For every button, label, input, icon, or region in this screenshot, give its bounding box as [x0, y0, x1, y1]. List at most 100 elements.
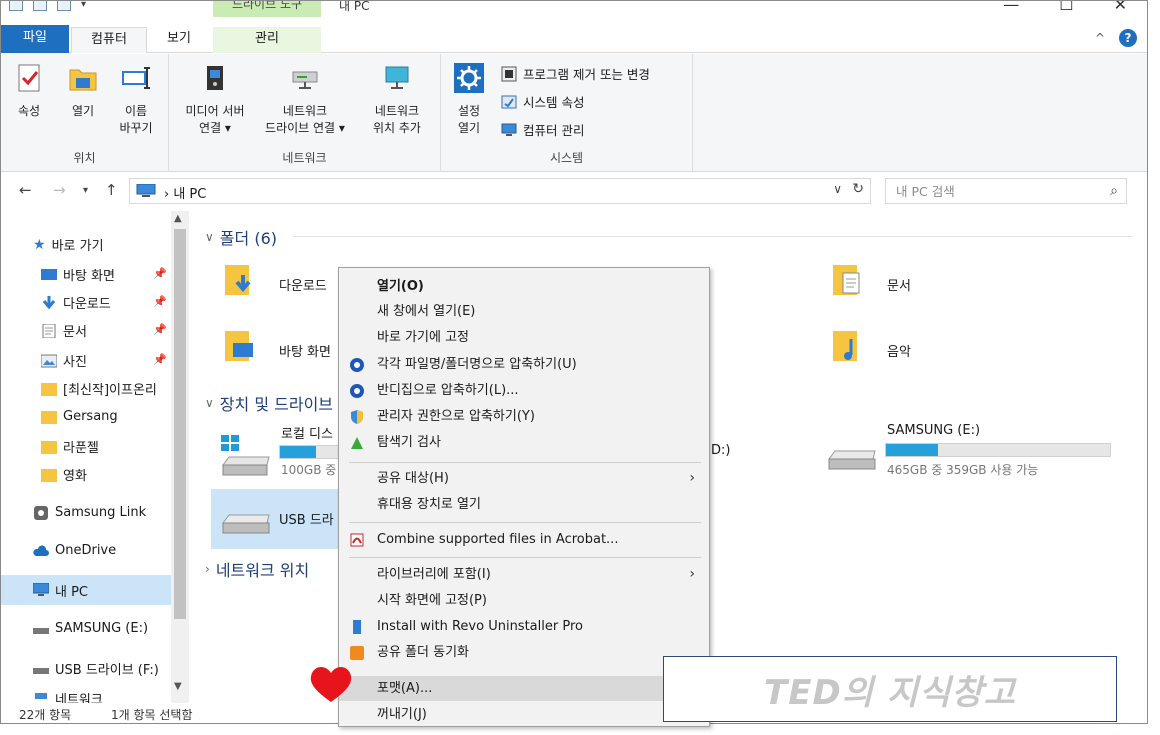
- music-folder-icon[interactable]: [833, 329, 863, 363]
- chevron-right-icon[interactable]: ›: [205, 562, 210, 576]
- nav-samsung-link[interactable]: Samsung Link: [33, 505, 146, 520]
- nav-samsung-e[interactable]: SAMSUNG (E:): [33, 621, 148, 636]
- drive-local-label[interactable]: 로컬 디스: [281, 423, 333, 442]
- tab-view[interactable]: 보기: [151, 27, 207, 53]
- navigation-scrollbar[interactable]: ▲ ▼: [171, 211, 189, 703]
- tab-manage[interactable]: 관리: [213, 27, 321, 53]
- pin-icon[interactable]: 📌: [153, 267, 167, 280]
- search-input[interactable]: [896, 180, 1096, 202]
- refresh-icon[interactable]: ↻: [852, 181, 864, 197]
- pin-icon[interactable]: 📌: [153, 295, 167, 308]
- rename-button[interactable]: 이름 바꾸기: [111, 62, 161, 137]
- search-box[interactable]: ⌕: [885, 178, 1127, 204]
- chevron-down-icon[interactable]: ∨: [205, 396, 214, 410]
- nav-downloads[interactable]: 다운로드: [41, 293, 111, 312]
- menu-compress-admin[interactable]: 관리자 권한으로 압축하기(Y): [339, 404, 709, 429]
- nav-desktop[interactable]: 바탕 화면: [41, 265, 115, 284]
- forward-arrow-icon[interactable]: →: [53, 181, 66, 199]
- scroll-up-icon[interactable]: ▲: [174, 213, 182, 224]
- drive-dvd-label[interactable]: D:): [711, 443, 730, 458]
- downloads-folder-icon[interactable]: [225, 263, 255, 297]
- menu-compress-bandizip[interactable]: 반디집으로 압축하기(L)...: [339, 378, 709, 403]
- recent-locations-chevron-icon[interactable]: ▾: [83, 185, 88, 196]
- computer-management-button[interactable]: 컴퓨터 관리: [501, 120, 584, 139]
- address-bar[interactable]: › 내 PC ∨ ↻: [129, 178, 871, 204]
- menu-eject[interactable]: 꺼내기(J): [339, 702, 709, 727]
- menu-revo[interactable]: Install with Revo Uninstaller Pro: [339, 614, 709, 639]
- properties-button[interactable]: 속성: [7, 62, 51, 120]
- properties-check-icon[interactable]: [33, 1, 47, 11]
- menu-open-new-window[interactable]: 새 창에서 열기(E): [339, 299, 709, 324]
- menu-open[interactable]: 열기(O): [339, 274, 709, 299]
- menu-explorer-scan[interactable]: 탐색기 검사: [339, 430, 709, 455]
- folder-music-label[interactable]: 음악: [887, 341, 911, 360]
- new-folder-icon[interactable]: [57, 1, 71, 11]
- add-network-location-button[interactable]: 네트워크 위치 추가: [359, 62, 435, 137]
- menu-open-portable[interactable]: 휴대용 장치로 열기: [339, 492, 709, 517]
- nav-folder-movies[interactable]: 영화: [41, 465, 87, 484]
- nav-pictures[interactable]: 사진: [41, 351, 87, 370]
- menu-acrobat[interactable]: Combine supported files in Acrobat...: [339, 527, 709, 552]
- nav-this-pc[interactable]: 내 PC: [1, 575, 171, 605]
- menu-pin-start[interactable]: 시작 화면에 고정(P): [339, 588, 709, 613]
- help-icon[interactable]: ?: [1119, 29, 1137, 47]
- section-folders-label: 폴더 (6): [219, 229, 277, 248]
- breadcrumb-this-pc[interactable]: 내 PC: [173, 187, 206, 202]
- windows-drive-icon[interactable]: [217, 433, 273, 481]
- open-settings-button[interactable]: 설정 열기: [447, 62, 491, 137]
- section-devices[interactable]: ∨ 장치 및 드라이브: [205, 391, 333, 415]
- back-arrow-icon[interactable]: ←: [19, 181, 32, 199]
- nav-usb-f[interactable]: USB 드라이브 (F:): [33, 659, 159, 678]
- nav-folder-ifonly[interactable]: [최신작]이프온리: [41, 379, 157, 398]
- menu-compress-bandizip-label: 반디집으로 압축하기(L)...: [377, 383, 519, 398]
- drive-usb-label[interactable]: USB 드라: [279, 509, 334, 528]
- open-button[interactable]: 열기: [61, 62, 105, 120]
- up-arrow-icon[interactable]: ↑: [105, 181, 118, 199]
- nav-network[interactable]: 네트워크: [33, 693, 103, 703]
- nav-folder-gersang[interactable]: Gersang: [41, 409, 118, 424]
- nav-onedrive[interactable]: OneDrive: [33, 543, 116, 558]
- close-icon[interactable]: ✕: [1114, 1, 1127, 14]
- folder-desktop-label[interactable]: 바탕 화면: [279, 341, 331, 360]
- menu-compress-each[interactable]: 각각 파일명/폴더명으로 압축하기(U): [339, 352, 709, 377]
- menu-separator: [349, 462, 701, 463]
- map-network-drive-button[interactable]: 네트워크 드라이브 연결 ▾: [255, 62, 355, 137]
- pc-icon[interactable]: [9, 1, 23, 11]
- minimize-icon[interactable]: —: [1003, 1, 1019, 14]
- pin-icon[interactable]: 📌: [153, 323, 167, 336]
- search-icon[interactable]: ⌕: [1110, 183, 1118, 199]
- maximize-icon[interactable]: ☐: [1059, 1, 1073, 14]
- uninstall-program-button[interactable]: 프로그램 제거 또는 변경: [501, 64, 650, 83]
- folder-downloads-label[interactable]: 다운로드: [279, 275, 327, 294]
- scrollbar-thumb[interactable]: [174, 229, 186, 619]
- desktop-folder-icon[interactable]: [225, 329, 255, 363]
- section-folders[interactable]: ∨ 폴더 (6): [205, 225, 277, 249]
- nav-quick-access[interactable]: ★ 바로 가기: [33, 235, 104, 255]
- samsung-drive-icon[interactable]: [825, 443, 881, 479]
- breadcrumb[interactable]: › 내 PC: [164, 183, 206, 202]
- chevron-down-icon[interactable]: ▾: [81, 1, 86, 10]
- usb-drive-icon[interactable]: [219, 507, 275, 543]
- ribbon-collapse-icon[interactable]: ^: [1095, 31, 1105, 45]
- scroll-down-icon[interactable]: ▼: [174, 681, 182, 692]
- pin-icon[interactable]: 📌: [153, 353, 167, 366]
- menu-format[interactable]: 포맷(A)...: [339, 676, 709, 701]
- menu-separator: [349, 522, 701, 523]
- system-properties-button[interactable]: 시스템 속성: [501, 92, 584, 111]
- nav-documents[interactable]: 문서: [41, 321, 87, 340]
- documents-folder-icon[interactable]: [833, 263, 863, 297]
- folder-documents-label[interactable]: 문서: [887, 275, 911, 294]
- drive-samsung-label[interactable]: SAMSUNG (E:): [887, 423, 980, 438]
- menu-shared-sync[interactable]: 공유 폴더 동기화: [339, 640, 709, 665]
- menu-share-with[interactable]: 공유 대상(H) ›: [339, 466, 709, 491]
- tab-computer[interactable]: 컴퓨터: [71, 27, 147, 53]
- menu-pin-quick-access[interactable]: 바로 가기에 고정: [339, 325, 709, 350]
- nav-folder-rapunzel[interactable]: 라푼젤: [41, 437, 99, 456]
- address-dropdown-icon[interactable]: ∨: [833, 182, 842, 196]
- section-network[interactable]: › 네트워크 위치: [205, 557, 309, 581]
- tab-file[interactable]: 파일: [1, 25, 69, 53]
- chevron-down-icon[interactable]: ∨: [205, 230, 214, 244]
- menu-include-library[interactable]: 라이브러리에 포함(I) ›: [339, 562, 709, 587]
- media-server-button[interactable]: 미디어 서버 연결 ▾: [173, 62, 257, 137]
- add-location-label-2: 위치 추가: [373, 121, 421, 135]
